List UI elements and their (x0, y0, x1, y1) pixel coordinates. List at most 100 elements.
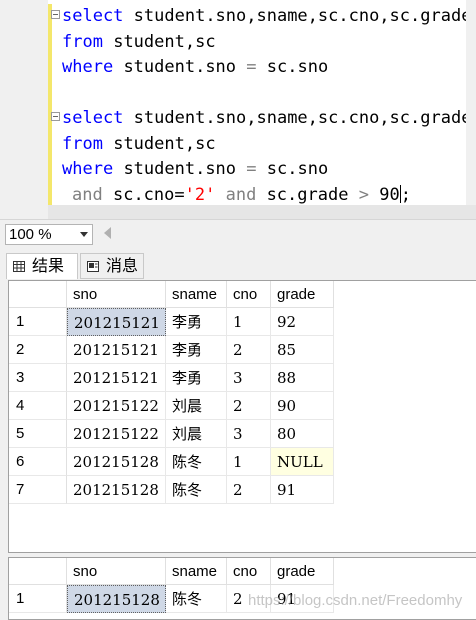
row-number[interactable]: 5 (9, 420, 67, 448)
cno-condition: sc.cno= (112, 185, 185, 205)
cell-sname[interactable]: 李勇 (166, 364, 227, 392)
result-grid-1[interactable]: sno sname cno grade 1 201215121 李勇 1 92 … (8, 280, 476, 553)
where-left: student.sno (123, 57, 237, 77)
where-right: sc.sno (266, 159, 329, 179)
column-header-sname[interactable]: sname (166, 558, 227, 585)
from-list: student,sc (113, 134, 216, 154)
cell-cno[interactable]: 3 (227, 364, 271, 392)
from-list: student,sc (113, 32, 216, 52)
number-literal: 90 (379, 185, 400, 205)
row-number[interactable]: 1 (9, 308, 67, 336)
cell-cno[interactable]: 3 (227, 420, 271, 448)
chevron-down-icon (80, 232, 88, 237)
fold-toggle-query2[interactable] (51, 112, 60, 121)
zoom-dropdown[interactable]: 100 % (5, 224, 93, 245)
cell-sno[interactable]: 201215121 (67, 336, 166, 364)
keyword-and: and (72, 185, 103, 205)
cell-cno[interactable]: 1 (227, 448, 271, 476)
string-literal: '2' (184, 185, 216, 205)
scroll-left-icon[interactable] (104, 227, 111, 239)
changed-lines-bar (48, 4, 52, 208)
row-number[interactable]: 7 (9, 476, 67, 504)
cell-grade[interactable]: 88 (271, 364, 334, 392)
operator-equals: = (246, 57, 257, 77)
cell-sno[interactable]: 201215128 (67, 585, 166, 613)
cell-grade-null[interactable]: NULL (271, 448, 334, 476)
cell-sname[interactable]: 陈冬 (166, 448, 227, 476)
cell-sname[interactable]: 陈冬 (166, 585, 227, 613)
editor-horizontal-scrollbar[interactable] (48, 205, 476, 219)
editor-vertical-scrollbar[interactable] (466, 0, 476, 205)
editor-gutter (0, 0, 48, 219)
row-number-header (9, 281, 67, 308)
cell-sno[interactable]: 201215121 (67, 308, 166, 336)
cell-cno[interactable]: 2 (227, 392, 271, 420)
code-line-2[interactable]: from student,sc (62, 30, 216, 54)
grade-column: sc.grade (266, 185, 349, 205)
row-number[interactable]: 6 (9, 448, 67, 476)
row-number[interactable]: 3 (9, 364, 67, 392)
select-list: student.sno,sname,sc.cno,sc.grade (133, 6, 472, 26)
row-number-header (9, 558, 67, 585)
row-number[interactable]: 1 (9, 585, 67, 613)
cell-grade[interactable]: 85 (271, 336, 334, 364)
zoom-value: 100 % (9, 226, 52, 243)
cell-sname[interactable]: 陈冬 (166, 476, 227, 504)
cell-grade[interactable]: 91 (271, 476, 334, 504)
row-number[interactable]: 4 (9, 392, 67, 420)
column-header-sno[interactable]: sno (67, 281, 166, 308)
tab-results-label: 结果 (32, 258, 65, 275)
tab-messages-label: 消息 (106, 258, 139, 275)
tab-results[interactable]: 结果 (6, 253, 78, 279)
cell-sno[interactable]: 201215128 (67, 448, 166, 476)
fold-toggle-query1[interactable] (51, 10, 60, 19)
keyword-from: from (62, 32, 103, 52)
code-line-6[interactable]: from student,sc (62, 132, 216, 156)
cell-sno[interactable]: 201215122 (67, 420, 166, 448)
column-header-sno[interactable]: sno (67, 558, 166, 585)
cell-grade[interactable]: 90 (271, 392, 334, 420)
code-line-5[interactable]: select student.sno,sname,sc.cno,sc.grade (62, 106, 471, 130)
keyword-select: select (62, 6, 124, 26)
column-header-cno[interactable]: cno (227, 558, 271, 585)
column-header-grade[interactable]: grade (271, 558, 334, 585)
row-number[interactable]: 2 (9, 336, 67, 364)
where-left: student.sno (123, 159, 237, 179)
grid-icon (13, 261, 25, 272)
cell-grade[interactable]: 80 (271, 420, 334, 448)
keyword-select: select (62, 108, 124, 128)
sql-editor[interactable]: select student.sno,sname,sc.cno,sc.grade… (0, 0, 476, 219)
column-header-cno[interactable]: cno (227, 281, 271, 308)
message-icon (87, 261, 99, 272)
cell-sno[interactable]: 201215122 (67, 392, 166, 420)
cell-cno[interactable]: 2 (227, 476, 271, 504)
code-line-7[interactable]: where student.sno = sc.sno (62, 157, 328, 181)
keyword-and: and (225, 185, 257, 205)
cell-sname[interactable]: 李勇 (166, 308, 227, 336)
column-header-grade[interactable]: grade (271, 281, 334, 308)
where-right: sc.sno (266, 57, 329, 77)
results-tab-strip: 结果 消息 (0, 249, 476, 280)
cell-sname[interactable]: 李勇 (166, 336, 227, 364)
tab-messages[interactable]: 消息 (80, 253, 144, 279)
cell-sno[interactable]: 201215128 (67, 476, 166, 504)
cell-sname[interactable]: 刘晨 (166, 420, 227, 448)
operator-greater: > (358, 185, 369, 205)
code-line-1[interactable]: select student.sno,sname,sc.cno,sc.grade (62, 4, 471, 28)
column-header-sname[interactable]: sname (166, 281, 227, 308)
operator-equals: = (246, 159, 257, 179)
cell-sname[interactable]: 刘晨 (166, 392, 227, 420)
code-line-3[interactable]: where student.sno = sc.sno (62, 55, 328, 79)
code-line-8[interactable]: and sc.cno='2' and sc.grade > 90; (72, 183, 411, 207)
keyword-where: where (62, 57, 114, 77)
zoom-toolbar: 100 % (0, 219, 476, 250)
cell-cno[interactable]: 2 (227, 336, 271, 364)
select-list: student.sno,sname,sc.cno,sc.grade (133, 108, 472, 128)
semicolon: ; (400, 185, 411, 205)
cell-sno[interactable]: 201215121 (67, 364, 166, 392)
result-grid-2[interactable]: sno sname cno grade 1 201215128 陈冬 2 91 (8, 557, 476, 620)
watermark-text: https://blog.csdn.net/Freedomhy (248, 592, 463, 609)
results-pane: sno sname cno grade 1 201215121 李勇 1 92 … (0, 280, 476, 620)
cell-grade[interactable]: 92 (271, 308, 334, 336)
cell-cno[interactable]: 1 (227, 308, 271, 336)
